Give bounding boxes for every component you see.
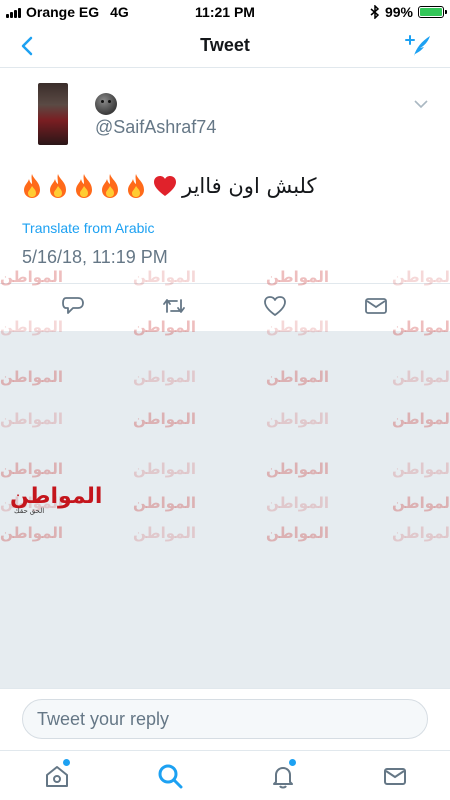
watermark-text: المواطن	[133, 524, 197, 542]
watermark-text: المواطن	[392, 410, 450, 428]
watermark-text: المواطن	[133, 268, 197, 286]
translate-link[interactable]: Translate from Arabic	[22, 220, 155, 236]
notifications-icon[interactable]	[270, 763, 296, 789]
watermark-text: المواطن	[266, 268, 330, 286]
empty-replies-area	[0, 331, 450, 688]
fire-icon	[128, 174, 144, 198]
watermark-text: المواطن	[266, 524, 330, 542]
watermark-text: المواطن	[392, 368, 450, 386]
battery-fill	[420, 8, 442, 16]
messages-icon[interactable]	[382, 763, 408, 789]
watermark-text: المواطن	[133, 410, 197, 428]
fire-icon	[50, 174, 66, 198]
tweet-emojis	[20, 173, 178, 199]
watermark-text: المواطن	[266, 368, 330, 386]
tweet-body: كلبش اون فااير	[182, 174, 317, 198]
watermark-text: المواطن	[392, 460, 450, 478]
watermark-text: المواطن	[266, 460, 330, 478]
retweet-icon[interactable]	[162, 295, 186, 317]
fire-icon	[24, 174, 40, 198]
home-notification-dot	[63, 759, 70, 766]
battery-icon	[418, 6, 447, 18]
notifications-dot	[289, 759, 296, 766]
watermark-text: المواطن	[392, 268, 450, 286]
watermark-text: المواطن	[266, 318, 330, 336]
new-moon-face-icon	[95, 93, 117, 115]
watermark-text: المواطن	[0, 524, 64, 542]
chevron-down-icon[interactable]	[414, 99, 428, 109]
watermark-text: المواطن	[266, 494, 330, 512]
watermark-text: المواطن	[133, 318, 197, 336]
reply-input[interactable]: Tweet your reply	[22, 699, 428, 739]
watermark-text: المواطن	[266, 410, 330, 428]
watermark-text: المواطن	[0, 318, 64, 336]
bluetooth-icon	[370, 5, 380, 19]
reply-icon[interactable]	[61, 295, 85, 317]
reply-bar: Tweet your reply	[0, 688, 450, 750]
watermark-logo: المواطن	[10, 484, 103, 509]
like-icon[interactable]	[263, 295, 287, 317]
tab-bar	[0, 750, 450, 800]
tweet-timestamp: 5/16/18, 11:19 PM	[22, 247, 168, 267]
compose-tweet-icon[interactable]	[402, 32, 432, 60]
watermark-text: المواطن	[133, 460, 197, 478]
watermark-logo-subtext: الحق حقك	[14, 508, 45, 515]
divider	[0, 283, 450, 284]
heart-icon	[154, 176, 176, 196]
tweet-detail: @SaifAshraf74 كلبش اون فااير Translate f…	[0, 69, 450, 331]
search-icon[interactable]	[157, 763, 183, 789]
watermark-text: المواطن	[0, 460, 64, 478]
user-handle[interactable]: @SaifAshraf74	[95, 117, 216, 138]
fire-icon	[102, 174, 118, 198]
watermark-text: المواطن	[392, 494, 450, 512]
watermark-text: المواطن	[0, 268, 64, 286]
watermark-text: المواطن	[0, 368, 64, 386]
home-icon[interactable]	[44, 763, 70, 789]
nav-bar: Tweet	[0, 24, 450, 68]
watermark-text: المواطن	[392, 524, 450, 542]
fire-icon	[76, 174, 92, 198]
avatar[interactable]	[38, 83, 68, 145]
watermark-text: المواطن	[392, 318, 450, 336]
direct-message-icon[interactable]	[364, 295, 388, 317]
watermark-text: المواطن	[133, 368, 197, 386]
watermark-text: المواطن	[133, 494, 197, 512]
watermark-text: المواطن	[0, 410, 64, 428]
tweet-text: كلبش اون فااير	[20, 171, 317, 201]
page-title: Tweet	[200, 35, 250, 55]
status-right: 99%	[370, 4, 447, 20]
status-bar: Orange EG 4G 11:21 PM 99%	[0, 0, 450, 24]
battery-percent: 99%	[384, 4, 413, 20]
tweet-actions	[0, 291, 450, 321]
